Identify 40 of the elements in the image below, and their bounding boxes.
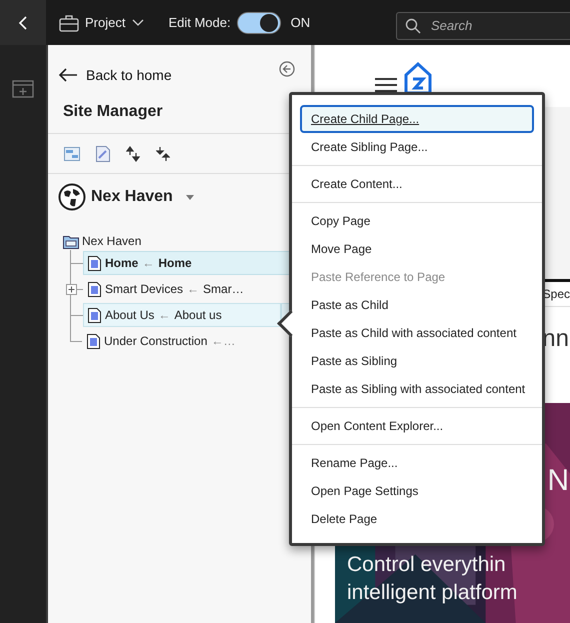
expand-arrows-icon[interactable] bbox=[126, 146, 140, 162]
edit-mode-label: Edit Mode: bbox=[168, 15, 231, 30]
add-panel-icon[interactable] bbox=[12, 80, 34, 98]
menu-item[interactable]: Rename Page... bbox=[300, 449, 534, 477]
hero-text-line: Control everythin bbox=[347, 552, 506, 578]
site-folder-icon bbox=[63, 234, 79, 248]
collapse-arrows-icon[interactable] bbox=[156, 146, 170, 162]
menu-item[interactable]: Create Content... bbox=[300, 170, 534, 198]
briefcase-icon bbox=[59, 14, 79, 32]
menu-item[interactable]: Paste as Sibling with associated content bbox=[300, 375, 534, 403]
search-icon bbox=[405, 18, 421, 34]
expand-toggle[interactable] bbox=[66, 284, 77, 295]
edit-mode-toggle[interactable] bbox=[236, 12, 281, 34]
site-selector[interactable]: Nex Haven bbox=[91, 188, 173, 206]
back-arrow-icon[interactable] bbox=[58, 68, 78, 82]
caret-icon[interactable] bbox=[132, 18, 144, 26]
page-icon bbox=[88, 308, 101, 322]
menu-icon[interactable] bbox=[375, 77, 397, 93]
tree-item[interactable]: Nex Haven bbox=[82, 234, 142, 248]
hero-text-line: intelligent platform bbox=[347, 580, 518, 606]
menu-item: Paste Reference to Page bbox=[310, 269, 446, 286]
menu-item[interactable]: Open Page Settings bbox=[300, 477, 534, 505]
page-edit-icon[interactable] bbox=[96, 146, 110, 162]
search-field[interactable]: Search bbox=[396, 12, 570, 40]
page-icon bbox=[88, 256, 101, 270]
hero-title: N bbox=[547, 463, 570, 499]
menu-item[interactable]: Create Sibling Page... bbox=[300, 133, 534, 161]
back-chevron-icon[interactable] bbox=[18, 16, 28, 30]
globe-icon bbox=[58, 183, 86, 211]
tree-item[interactable]: About Us ← About us bbox=[83, 303, 281, 327]
menu-item[interactable]: Create Child Page... bbox=[300, 105, 534, 133]
edit-mode-status: ON bbox=[290, 15, 310, 30]
page-icon bbox=[88, 282, 101, 296]
back-link[interactable]: Back to home bbox=[58, 67, 172, 83]
menu-item[interactable]: Copy Page bbox=[300, 207, 534, 235]
menu-item[interactable]: Open Content Explorer... bbox=[300, 412, 534, 440]
collapse-panel-icon[interactable] bbox=[279, 61, 295, 77]
menu-item[interactable]: Delete Page bbox=[300, 505, 534, 533]
page-icon bbox=[87, 334, 100, 348]
project-dropdown[interactable]: Project bbox=[85, 15, 144, 30]
